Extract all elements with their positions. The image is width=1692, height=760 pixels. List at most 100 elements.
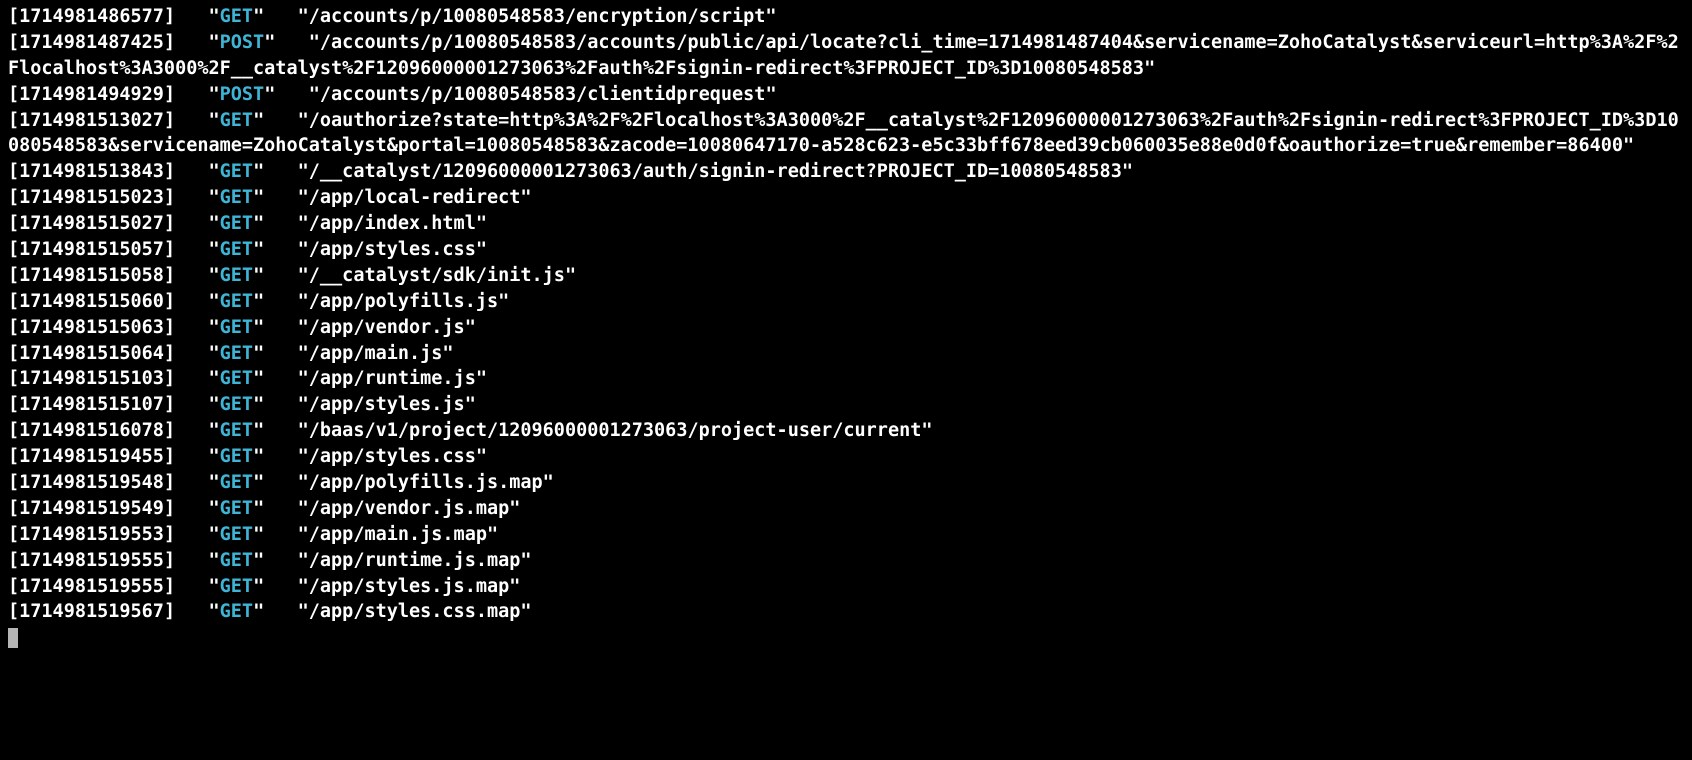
log-timestamp: 1714981515023: [19, 187, 164, 208]
gap: [264, 265, 297, 286]
log-line: [1714981494929] "POST" "/accounts/p/1008…: [8, 82, 1684, 108]
terminal-output[interactable]: [1714981486577] "GET" "/accounts/p/10080…: [0, 0, 1692, 659]
request-path: /app/main.js.map: [309, 524, 487, 545]
gap: [175, 394, 208, 415]
quote: ": [298, 343, 309, 364]
quote: ": [209, 187, 220, 208]
quote: ": [465, 317, 476, 338]
gap: [275, 84, 308, 105]
log-line: [1714981515057] "GET" "/app/styles.css": [8, 237, 1684, 263]
bracket-close: ]: [164, 6, 175, 27]
log-line: [1714981519555] "GET" "/app/runtime.js.m…: [8, 548, 1684, 574]
quote: ": [298, 576, 309, 597]
http-method: GET: [220, 576, 253, 597]
quote: ": [253, 187, 264, 208]
gap: [175, 420, 208, 441]
log-timestamp: 1714981494929: [19, 84, 164, 105]
bracket-close: ]: [164, 472, 175, 493]
http-method: GET: [220, 317, 253, 338]
http-method: GET: [220, 110, 253, 131]
gap: [264, 524, 297, 545]
quote: ": [298, 265, 309, 286]
log-line: [1714981519567] "GET" "/app/styles.css.m…: [8, 599, 1684, 625]
log-line: [1714981516078] "GET" "/baas/v1/project/…: [8, 418, 1684, 444]
bracket-open: [: [8, 472, 19, 493]
gap: [264, 498, 297, 519]
http-method: GET: [220, 601, 253, 622]
http-method: GET: [220, 161, 253, 182]
bracket-open: [: [8, 239, 19, 260]
log-line: [1714981519548] "GET" "/app/polyfills.js…: [8, 470, 1684, 496]
gap: [175, 265, 208, 286]
bracket-open: [: [8, 601, 19, 622]
quote: ": [921, 420, 932, 441]
bracket-close: ]: [164, 265, 175, 286]
log-line: [1714981519555] "GET" "/app/styles.js.ma…: [8, 574, 1684, 600]
bracket-close: ]: [164, 601, 175, 622]
quote: ": [520, 187, 531, 208]
http-method: GET: [220, 550, 253, 571]
log-timestamp: 1714981519553: [19, 524, 164, 545]
http-method: GET: [220, 524, 253, 545]
quote: ": [209, 110, 220, 131]
request-path: /app/styles.js.map: [309, 576, 509, 597]
gap: [175, 472, 208, 493]
gap: [264, 291, 297, 312]
log-timestamp: 1714981515063: [19, 317, 164, 338]
quote: ": [209, 84, 220, 105]
quote: ": [209, 6, 220, 27]
bracket-open: [: [8, 32, 19, 53]
quote: ": [520, 601, 531, 622]
gap: [264, 550, 297, 571]
gap: [275, 32, 308, 53]
quote: ": [298, 239, 309, 260]
quote: ": [765, 84, 776, 105]
bracket-close: ]: [164, 550, 175, 571]
bracket-open: [: [8, 576, 19, 597]
gap: [175, 343, 208, 364]
http-method: GET: [220, 291, 253, 312]
quote: ": [298, 420, 309, 441]
quote: ": [209, 343, 220, 364]
request-path: /accounts/p/10080548583/encryption/scrip…: [309, 6, 766, 27]
gap: [264, 6, 297, 27]
request-path: /app/runtime.js.map: [309, 550, 521, 571]
gap: [175, 291, 208, 312]
log-timestamp: 1714981516078: [19, 420, 164, 441]
log-timestamp: 1714981519555: [19, 550, 164, 571]
request-path: /app/styles.css: [309, 446, 476, 467]
gap: [264, 213, 297, 234]
terminal-cursor: [8, 628, 18, 648]
request-path: /accounts/p/10080548583/clientidprequest: [320, 84, 766, 105]
gap: [175, 239, 208, 260]
log-timestamp: 1714981515027: [19, 213, 164, 234]
quote: ": [209, 420, 220, 441]
http-method: GET: [220, 6, 253, 27]
quote: ": [465, 394, 476, 415]
quote: ": [442, 343, 453, 364]
http-method: POST: [220, 32, 265, 53]
http-method: GET: [220, 446, 253, 467]
quote: ": [209, 394, 220, 415]
request-path: /app/vendor.js.map: [309, 498, 509, 519]
http-method: GET: [220, 265, 253, 286]
bracket-open: [: [8, 524, 19, 545]
bracket-open: [: [8, 110, 19, 131]
quote: ": [520, 550, 531, 571]
gap: [175, 576, 208, 597]
log-timestamp: 1714981486577: [19, 6, 164, 27]
bracket-close: ]: [164, 84, 175, 105]
log-timestamp: 1714981515064: [19, 343, 164, 364]
http-method: GET: [220, 213, 253, 234]
bracket-close: ]: [164, 161, 175, 182]
log-timestamp: 1714981519567: [19, 601, 164, 622]
quote: ": [1144, 58, 1155, 79]
bracket-close: ]: [164, 524, 175, 545]
log-timestamp: 1714981515057: [19, 239, 164, 260]
log-line: [1714981487425] "POST" "/accounts/p/1008…: [8, 30, 1684, 82]
request-path: /app/styles.js: [309, 394, 465, 415]
gap: [264, 446, 297, 467]
quote: ": [1623, 135, 1634, 156]
quote: ": [253, 472, 264, 493]
quote: ": [476, 368, 487, 389]
